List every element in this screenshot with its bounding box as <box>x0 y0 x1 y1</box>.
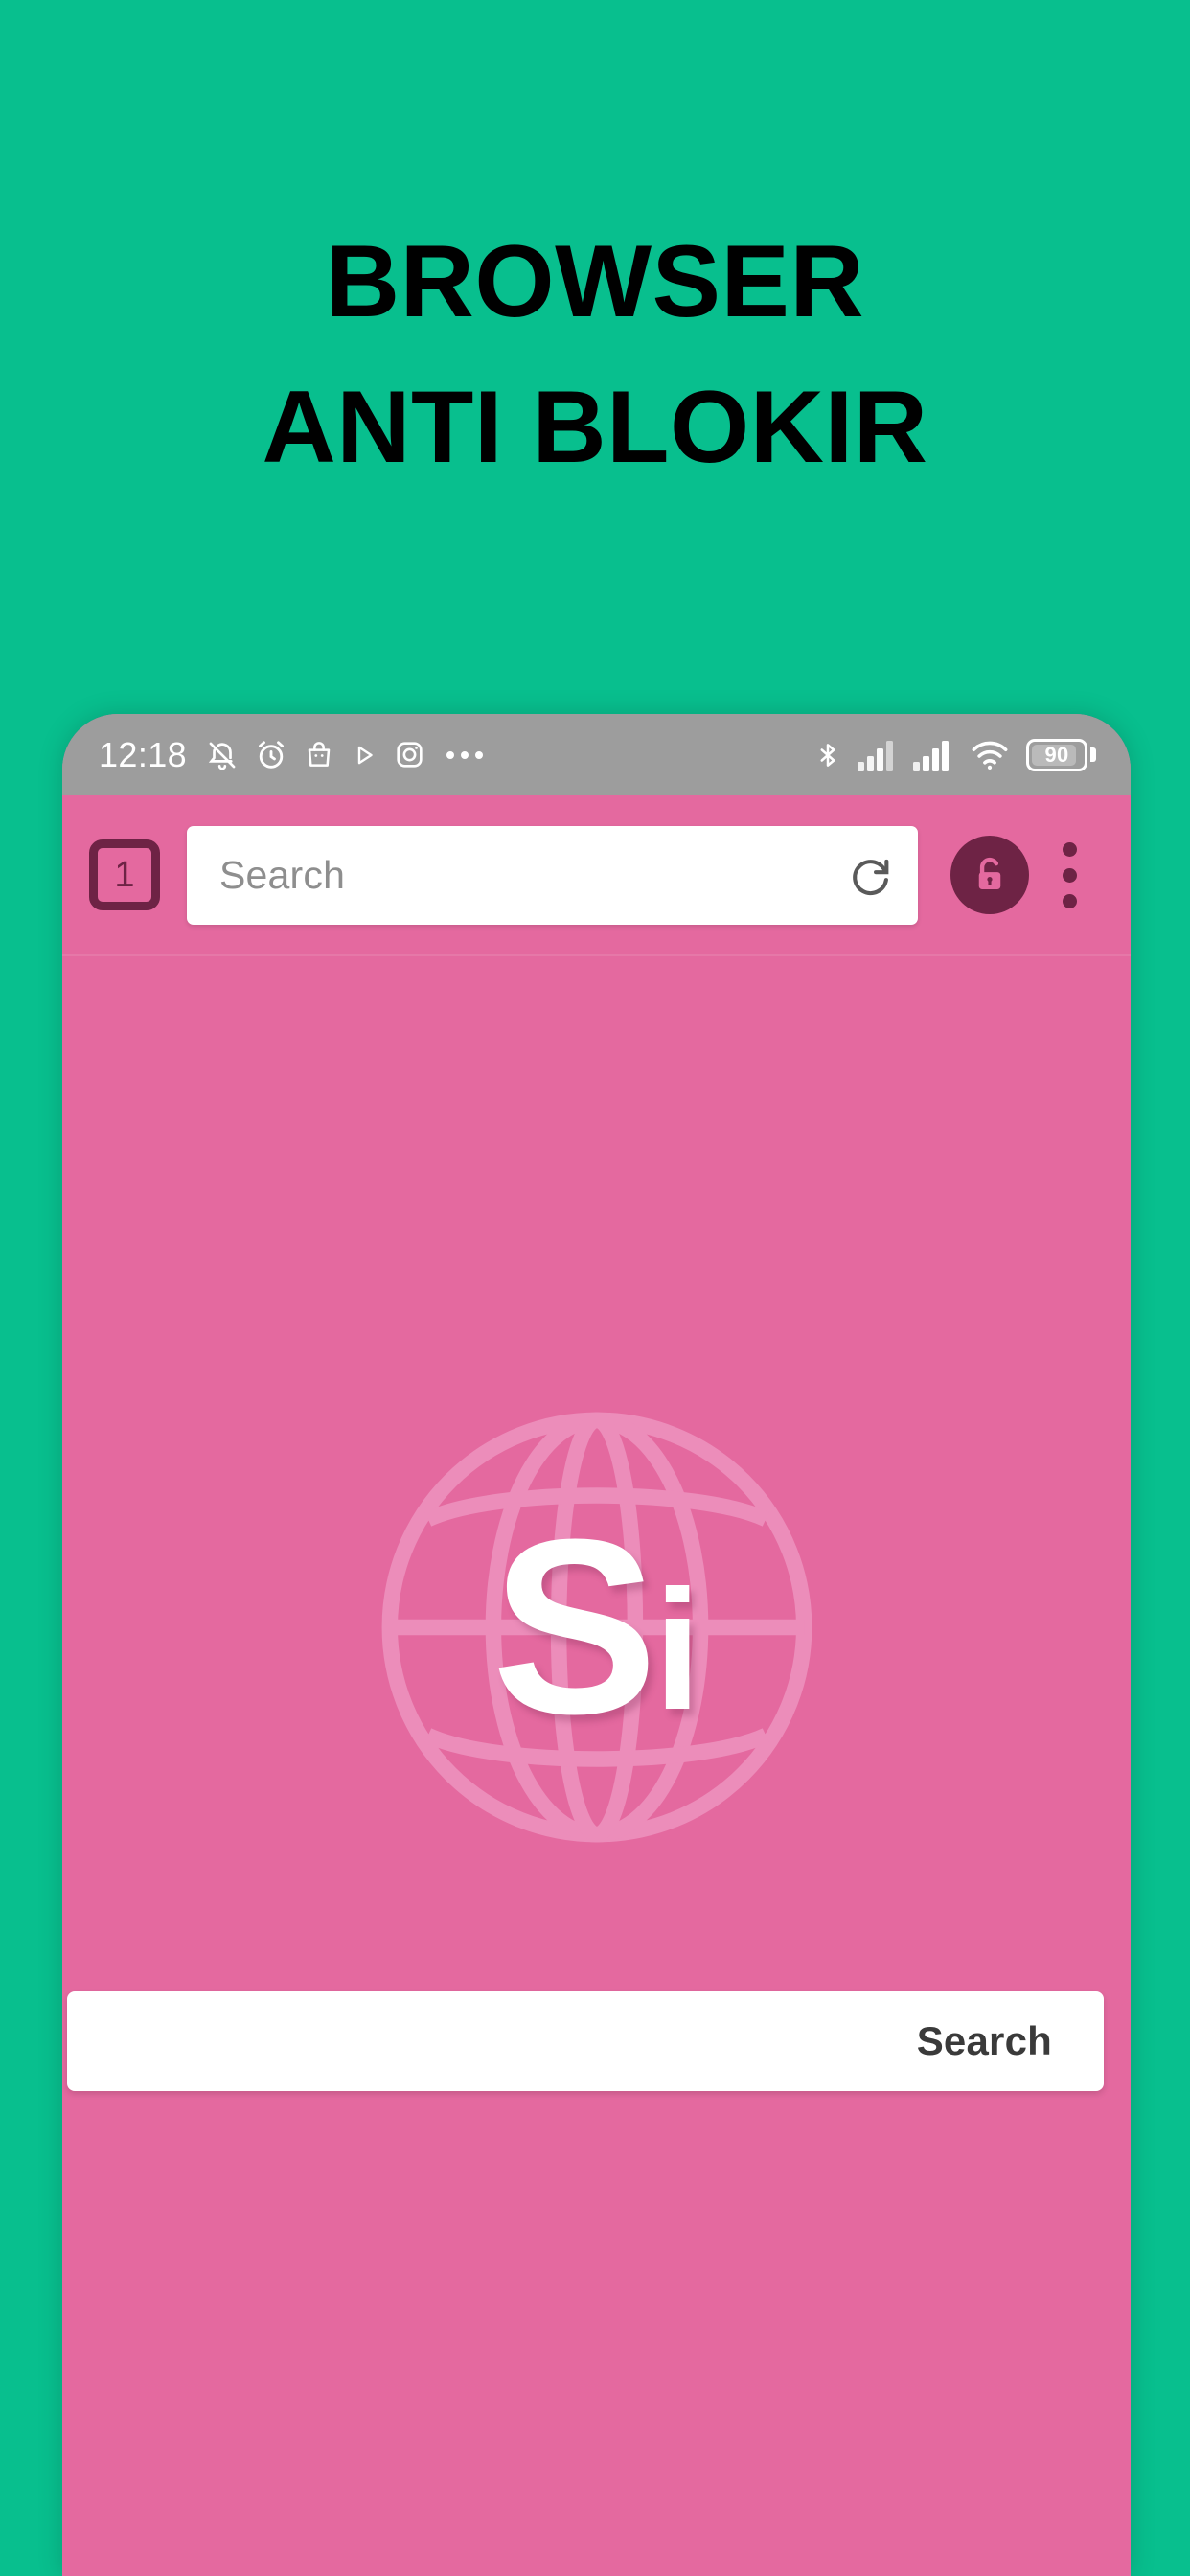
battery-level-label: 90 <box>1044 742 1069 767</box>
overflow-menu-icon[interactable] <box>1041 841 1098 908</box>
headline-line-1: BROWSER <box>325 223 865 338</box>
browser-page-content: Si Search <box>62 956 1131 2576</box>
omnibox-placeholder-label: Search <box>219 852 346 897</box>
alarm-clock-icon <box>254 738 288 772</box>
phone-mockup: 12:18 90 1 Search S i Search <box>62 714 1131 2576</box>
battery-icon: 90 <box>1026 738 1096 771</box>
instagram-icon <box>394 739 425 770</box>
search-button[interactable]: Search <box>67 1991 1104 2091</box>
omnibox[interactable]: Search <box>187 825 918 925</box>
bluetooth-icon <box>813 739 842 771</box>
unlock-icon[interactable] <box>950 836 1029 914</box>
more-notifications-icon <box>446 750 484 759</box>
status-bar-left: 12:18 <box>99 734 484 774</box>
page-title: BROWSER ANTI BLOKIR <box>0 209 1190 500</box>
status-bar: 12:18 90 <box>62 714 1131 795</box>
shopping-bag-icon <box>304 740 334 770</box>
cellular-signal-sim2-icon <box>913 739 953 771</box>
tab-count-label: 1 <box>114 854 135 895</box>
brand-letter-sub: i <box>653 1554 701 1745</box>
browser-toolbar: 1 Search <box>62 795 1131 956</box>
reload-icon[interactable] <box>845 850 895 900</box>
play-store-icon <box>350 741 378 770</box>
brand-letter-main: S <box>492 1488 657 1766</box>
status-clock: 12:18 <box>99 734 188 774</box>
wifi-icon <box>969 739 1011 771</box>
brand-logo-text: Si <box>372 1402 822 1852</box>
tab-counter-button[interactable]: 1 <box>89 840 160 910</box>
notification-bell-off-icon <box>206 739 239 771</box>
headline-line-2: ANTI BLOKIR <box>262 368 928 484</box>
search-button-label: Search <box>916 2018 1052 2063</box>
status-bar-right: 90 <box>813 738 1096 771</box>
brand-logo: Si <box>372 1402 822 1852</box>
cellular-signal-sim1-icon <box>858 739 898 771</box>
